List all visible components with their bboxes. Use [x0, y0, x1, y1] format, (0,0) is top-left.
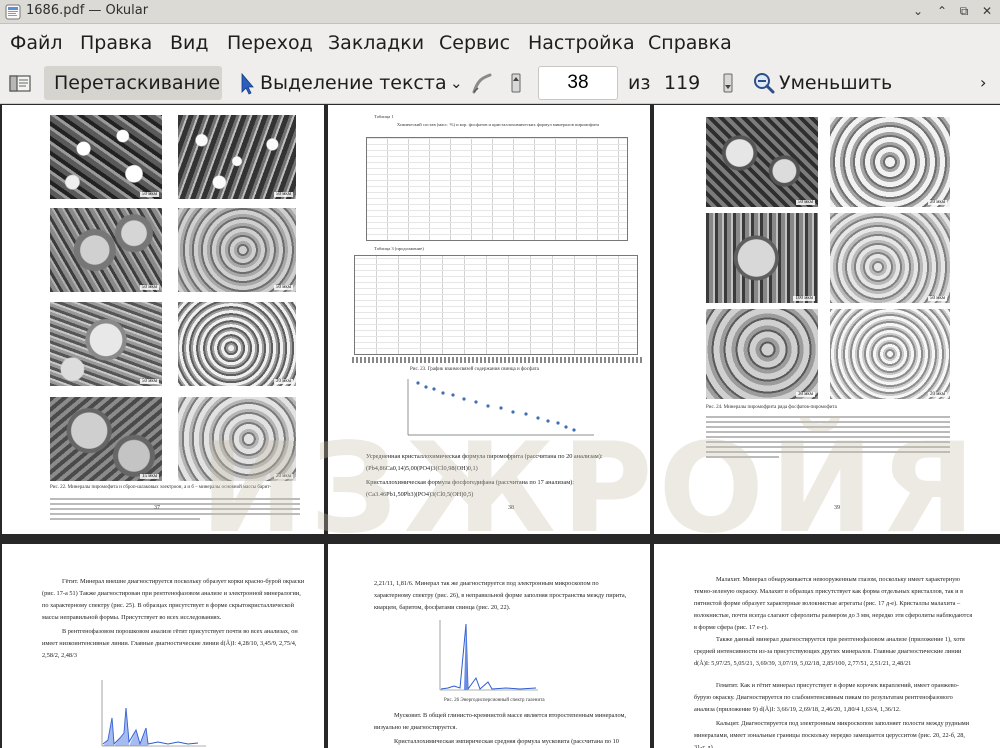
micrograph-d: 50 мкм: [830, 213, 950, 303]
scale-label: 50 мкм: [927, 296, 947, 301]
table-title: Таблица 1: [374, 114, 394, 119]
okular-app-icon: [5, 4, 21, 20]
scale-label: 30 мкм: [795, 392, 815, 397]
chevron-down-icon[interactable]: ⌄: [450, 66, 464, 100]
paragraph: Кристаллохимическая эмпирическая средняя…: [394, 738, 619, 745]
micrograph-e: 30 мкм: [706, 309, 818, 399]
restore-button[interactable]: ⧉: [956, 3, 972, 19]
page-body-lines: [50, 495, 300, 523]
continuation-table: [354, 255, 638, 355]
figure-caption: Рис. 22. Минералы пиромофита и сброп-шла…: [50, 485, 272, 490]
page-total: 119: [664, 72, 701, 94]
formula-text-2: Кристаллохимическая формула фосфогедифан…: [366, 479, 575, 486]
page-of-label: из: [628, 72, 651, 94]
toolbar: Перетаскивание Выделение текста ⌄ из 119: [0, 62, 1000, 104]
micrograph-c: 100 мкм: [706, 213, 818, 303]
paragraph: Гематит. Как и гётит минерал присутствуе…: [694, 682, 959, 713]
figure-caption: Рис. 26 Энергодисперсионный спектр гален…: [444, 698, 545, 703]
chart-title: Рис. 23. График взаимосвязей содержания …: [410, 367, 539, 372]
close-button[interactable]: ✕: [979, 3, 995, 19]
table3-title: Таблица 3 (продолжение): [374, 246, 424, 251]
next-page-icon[interactable]: [722, 66, 736, 100]
micrograph-a: 50 мкм: [50, 115, 162, 199]
paragraph: В рентгенофазовом порошковом анализе гёт…: [42, 628, 298, 659]
previous-page-icon[interactable]: [510, 66, 524, 100]
eds-spectrum-chart: [439, 620, 538, 691]
page-body-lines: [706, 413, 950, 461]
sidebar-toggle-button[interactable]: [8, 66, 34, 100]
window-title: 1686.pdf — Okular: [26, 3, 149, 18]
menu-help[interactable]: Справка: [648, 32, 732, 54]
formula-1: (Pb4,86Ca0,14)5,00(PO4)3(Cl0,98(OH)0,1): [366, 465, 478, 472]
menu-go[interactable]: Переход: [227, 32, 313, 54]
menu-bar: Файл Правка Вид Переход Закладки Сервис …: [0, 24, 1000, 62]
micrograph-h: 20 мкм: [178, 397, 296, 481]
maximize-button[interactable]: ⌃: [934, 3, 950, 19]
page-41[interactable]: 2,21/11, 1,81/6. Минерал так же диагност…: [328, 544, 650, 748]
zoom-out-button[interactable]: Уменьшить: [779, 66, 892, 100]
micrograph-c: 50 мкм: [50, 208, 162, 292]
minimize-button[interactable]: ⌄: [910, 3, 926, 19]
paragraph: 2,21/11, 1,81/6. Минерал так же диагност…: [374, 580, 627, 611]
document-viewport[interactable]: 50 мкм 50 мкм 50 мкм 50 мкм 50 мкм 20 мк…: [0, 105, 1000, 748]
paragraph: Гётит. Минерал внешне диагностируется по…: [42, 578, 305, 621]
menu-settings[interactable]: Настройка: [528, 32, 635, 54]
scale-label: 20 мкм: [273, 474, 293, 479]
page-39[interactable]: 50 мкм 20 мкм 100 мкм 50 мкм 30 мкм 20 м…: [654, 105, 1000, 534]
menu-bookmarks[interactable]: Закладки: [328, 32, 424, 54]
annotation-icon[interactable]: [470, 66, 494, 100]
cursor-icon: [238, 66, 258, 100]
menu-view[interactable]: Вид: [170, 32, 209, 54]
page-42[interactable]: Малахит. Минерал обнаруживается невооруж…: [654, 544, 1000, 748]
scale-label: 100 мкм: [793, 296, 815, 301]
scale-label: 20 мкм: [927, 392, 947, 397]
paragraph: Мусковит. В общей глинисто-кремнистой ма…: [374, 712, 627, 731]
micrograph-f: 20 мкм: [178, 302, 296, 386]
menu-edit[interactable]: Правка: [80, 32, 152, 54]
chemical-table: [366, 137, 628, 241]
page-number: 39: [834, 505, 840, 511]
micrograph-e: 50 мкм: [50, 302, 162, 386]
scale-label: 50 мкм: [273, 192, 293, 197]
chevron-right-icon[interactable]: ›: [980, 66, 994, 100]
table-note: [352, 357, 642, 363]
scale-label: 20 мкм: [273, 379, 293, 384]
page-38[interactable]: Таблица 1 Химический состав (масс. %) и …: [328, 105, 650, 534]
scale-label: 50 мкм: [139, 285, 159, 290]
figure-caption: Рис. 24. Минералы пиромофрита ряда фосфа…: [706, 405, 837, 410]
scale-label: 15 мкм: [139, 474, 159, 479]
paragraph: Также данный минерал диагностируется при…: [694, 636, 965, 667]
scale-label: 50 мкм: [273, 285, 293, 290]
micrograph-g: 15 мкм: [50, 397, 162, 481]
zoom-out-icon: [752, 66, 776, 100]
browse-tool-button[interactable]: Перетаскивание: [44, 66, 222, 100]
scale-label: 50 мкм: [139, 379, 159, 384]
micrograph-a: 50 мкм: [706, 117, 818, 207]
micrograph-b: 50 мкм: [178, 115, 296, 199]
scale-label: 20 мкм: [927, 200, 947, 205]
page-number: 38: [508, 505, 514, 511]
sidebar-icon: [9, 75, 31, 92]
page-37[interactable]: 50 мкм 50 мкм 50 мкм 50 мкм 50 мкм 20 мк…: [2, 105, 324, 534]
menu-tools[interactable]: Сервис: [439, 32, 510, 54]
scale-label: 50 мкм: [795, 200, 815, 205]
scatter-chart: [407, 379, 594, 436]
paragraph: Малахит. Минерал обнаруживается невооруж…: [694, 576, 973, 631]
scale-label: 50 мкм: [139, 192, 159, 197]
page-number-input[interactable]: [538, 66, 618, 100]
page-40[interactable]: Гётит. Минерал внешне диагностируется по…: [2, 544, 324, 748]
formula-2: (Ca3.46Pb1,50Pb3)(PO4)3(Cl0,5(OH)0,5): [366, 491, 474, 498]
micrograph-b: 20 мкм: [830, 117, 950, 207]
eds-spectrum-chart: [101, 680, 206, 747]
title-bar: 1686.pdf — Okular ⌄ ⌃ ⧉ ✕: [0, 0, 1000, 24]
page-number: 37: [154, 505, 160, 511]
text-select-tool-button[interactable]: Выделение текста: [260, 66, 447, 100]
formula-text-1: Усредненная кристаллохимическая формула …: [366, 453, 603, 460]
micrograph-f: 20 мкм: [830, 309, 950, 399]
table-caption: Химический состав (масс. %) и кор. фосфа…: [396, 122, 600, 127]
micrograph-d: 50 мкм: [178, 208, 296, 292]
paragraph: Кальцит. Диагностируется под электронным…: [694, 720, 970, 748]
menu-file[interactable]: Файл: [10, 32, 63, 54]
